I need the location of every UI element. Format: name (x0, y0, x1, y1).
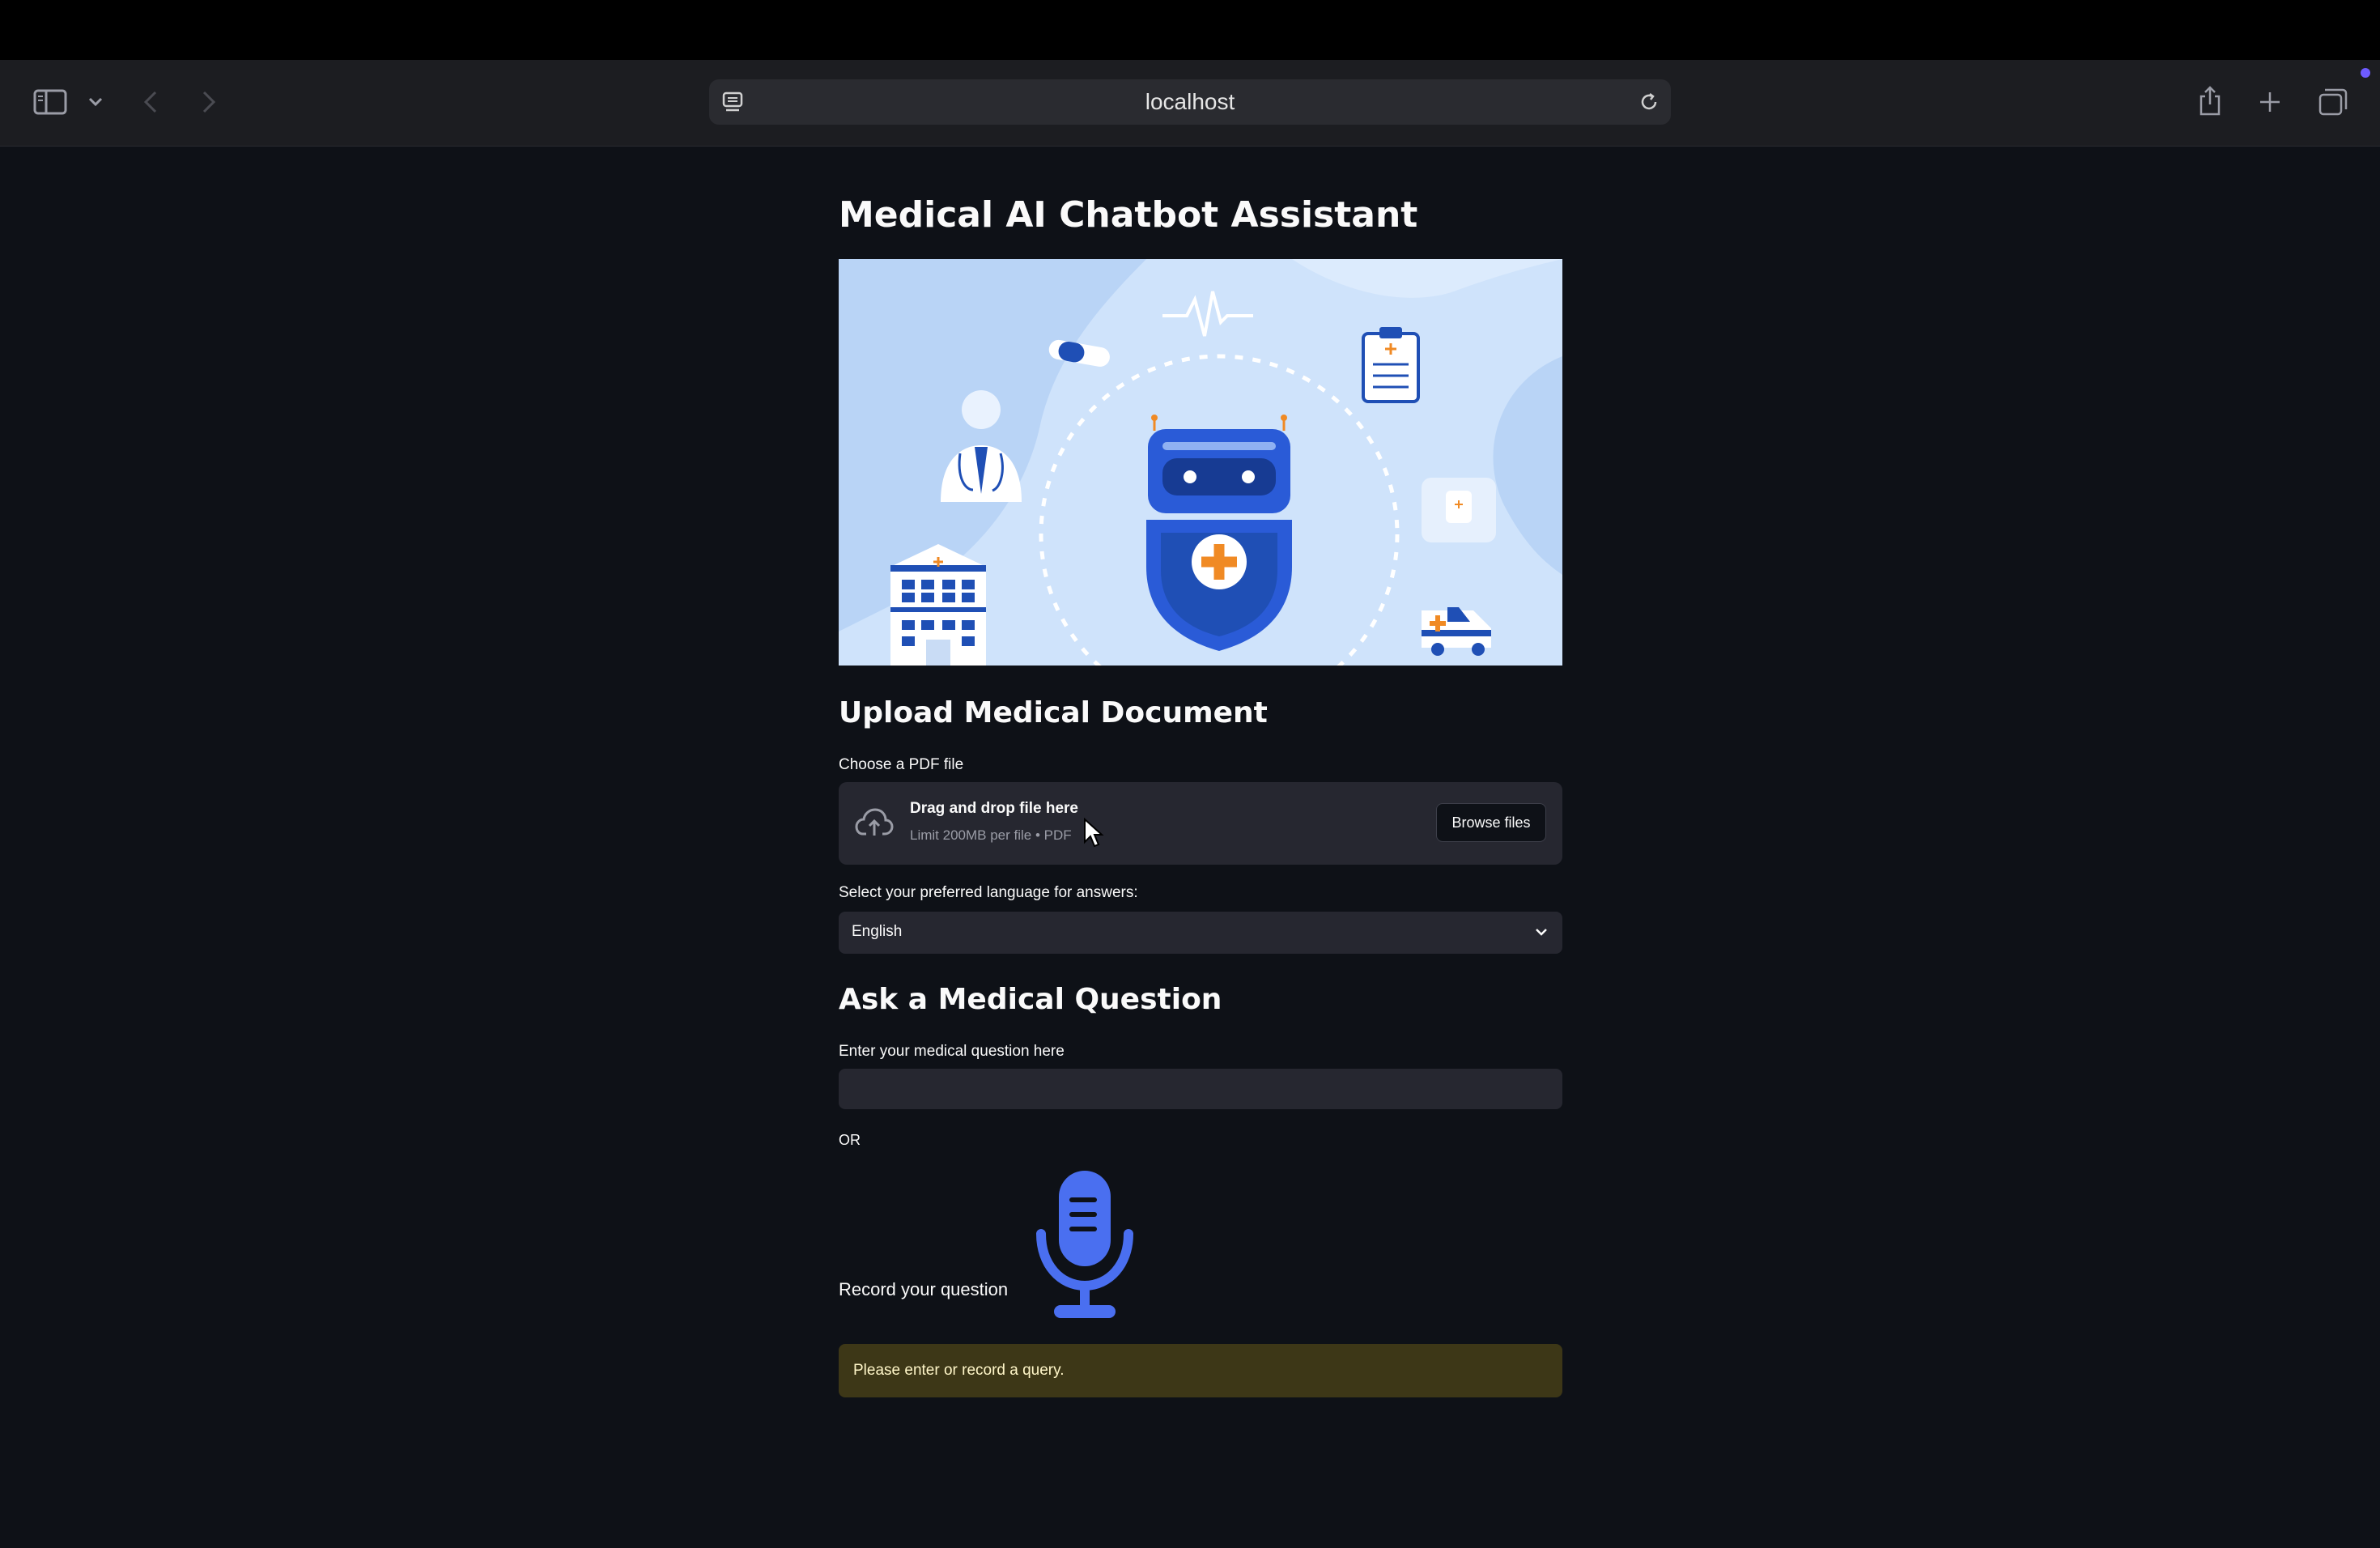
chevron-down-icon[interactable] (84, 92, 107, 112)
upload-heading: Upload Medical Document (839, 696, 1268, 729)
question-input-label: Enter your medical question here (839, 1043, 1065, 1060)
file-input-label: Choose a PDF file (839, 756, 964, 773)
tabs-overview-icon[interactable] (2315, 84, 2351, 120)
browser-toolbar: localhost (0, 60, 2380, 147)
record-label: Record your question (839, 1279, 1009, 1299)
reload-icon[interactable] (1635, 89, 1663, 115)
file-dropzone[interactable]: Drag and drop file here Limit 200MB per … (839, 782, 1562, 865)
mouse-cursor-icon (1083, 817, 1104, 853)
address-bar[interactable]: localhost (709, 79, 1671, 125)
dropzone-limit: Limit 200MB per file • PDF (910, 827, 1072, 843)
medical-robot-illustration (839, 259, 1562, 666)
or-separator: OR (839, 1132, 861, 1148)
new-tab-icon[interactable] (2254, 86, 2286, 118)
warning-alert: Please enter or record a query. (839, 1344, 1562, 1397)
question-heading: Ask a Medical Question (839, 983, 1222, 1016)
language-select[interactable]: English (839, 912, 1562, 954)
question-input[interactable] (839, 1069, 1562, 1109)
url-text: localhost (1145, 89, 1235, 114)
page-title: Medical AI Chatbot Assistant (839, 194, 1418, 236)
forward-icon[interactable] (196, 87, 222, 117)
back-icon[interactable] (138, 87, 164, 117)
language-selected-value: English (852, 923, 903, 940)
chevron-down-icon (1533, 923, 1549, 945)
os-menu-bar (0, 0, 2380, 60)
cloud-upload-icon (855, 806, 894, 843)
warning-alert-text: Please enter or record a query. (853, 1362, 1065, 1379)
sidebar-toggle-icon[interactable] (31, 86, 70, 118)
notification-dot (2361, 68, 2370, 78)
share-icon[interactable] (2194, 81, 2226, 121)
dropzone-instruction: Drag and drop file here (910, 800, 1078, 817)
language-select-label: Select your preferred language for answe… (839, 884, 1138, 901)
microphone-icon[interactable] (1030, 1167, 1140, 1321)
browse-files-button[interactable]: Browse files (1436, 803, 1546, 842)
